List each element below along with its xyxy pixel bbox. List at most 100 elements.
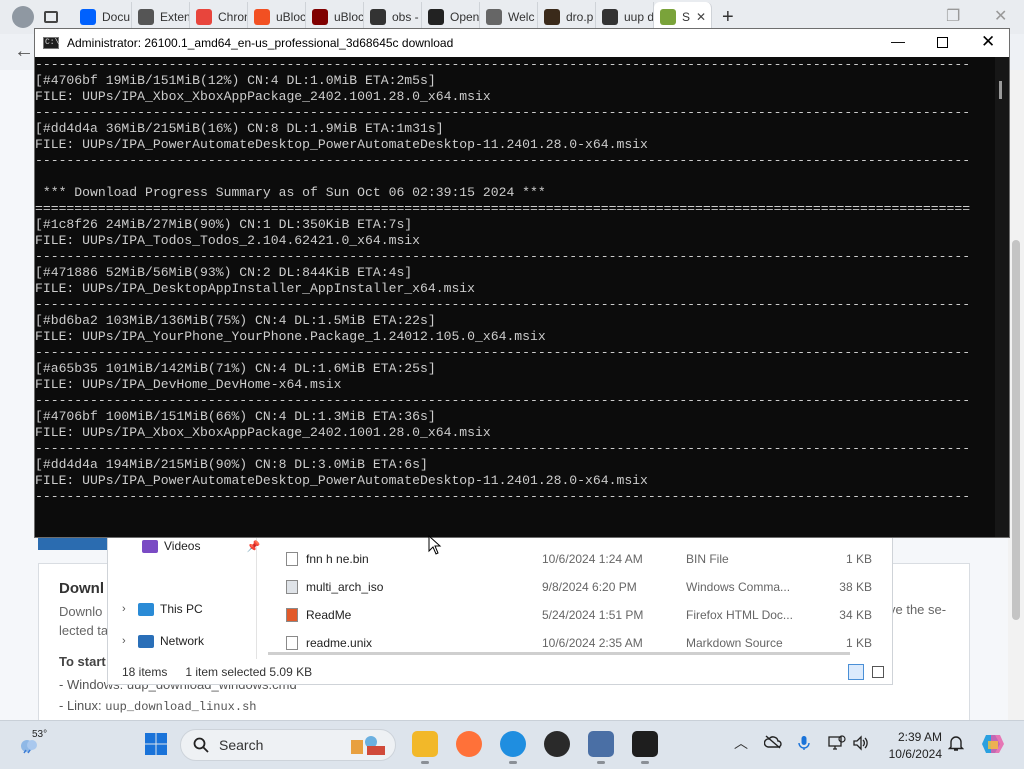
browser-tab-label: Welc bbox=[508, 10, 535, 24]
console-line: [#bd6ba2 103MiB/136MiB(75%) CN:4 DL:1.5M… bbox=[35, 313, 436, 328]
nav-item-network[interactable]: › Network bbox=[122, 634, 204, 648]
file-row[interactable]: ReadMe 5/24/2024 1:51 PM Firefox HTML Doc.… bbox=[286, 605, 872, 625]
details-view-button[interactable] bbox=[848, 664, 864, 680]
profile-avatar-icon[interactable] bbox=[12, 6, 34, 28]
console-line: ========================================… bbox=[35, 201, 971, 216]
show-hidden-icons-chevron-icon[interactable]: ︿ bbox=[734, 733, 748, 753]
console-title-bar[interactable]: C:\ Administrator: 26100.1_amd64_en-us_p… bbox=[35, 29, 1009, 57]
videos-folder-icon bbox=[142, 539, 158, 553]
back-arrow-icon[interactable]: ← bbox=[14, 40, 34, 63]
nav-item-this-pc[interactable]: › This PC bbox=[122, 602, 203, 616]
browser-tab-label: obs - bbox=[392, 10, 419, 24]
file-row[interactable]: multi_arch_iso 9/8/2024 6:20 PM Windows Co… bbox=[286, 577, 872, 597]
browser-tab-label: uBloc bbox=[334, 10, 364, 24]
browser-tab-label: Open bbox=[450, 10, 480, 24]
uup-icon bbox=[660, 9, 676, 25]
linux-prefix: - Linux: bbox=[59, 698, 106, 713]
console-line: FILE: UUPs/IPA_DesktopAppInstaller_AppIn… bbox=[35, 281, 476, 296]
search-icon bbox=[370, 9, 386, 25]
file-type: Firefox HTML Doc... bbox=[686, 608, 793, 622]
console-scrollbar-thumb[interactable] bbox=[999, 81, 1002, 99]
browser-tab-label: dro.p bbox=[566, 10, 594, 24]
nav-item-videos[interactable]: Videos 📌 bbox=[142, 539, 260, 553]
notification-bell-icon[interactable] bbox=[948, 734, 964, 752]
clock-time[interactable]: 2:39 AM bbox=[896, 730, 942, 744]
browser-tab-label: uBloc bbox=[276, 10, 306, 24]
console-scrollbar[interactable] bbox=[995, 57, 1009, 537]
firefox-taskbar-icon[interactable] bbox=[456, 731, 482, 757]
console-line: [#1c8f26 24MiB/27MiB(90%) CN:1 DL:350KiB… bbox=[35, 217, 413, 232]
console-line: ----------------------------------------… bbox=[35, 441, 971, 456]
console-title: Administrator: 26100.1_amd64_en-us_profe… bbox=[67, 36, 454, 50]
console-window: C:\ Administrator: 26100.1_amd64_en-us_p… bbox=[34, 28, 1010, 538]
puzzle-icon bbox=[138, 9, 154, 25]
close-button[interactable]: ✕ bbox=[981, 32, 995, 52]
file-row[interactable]: fnn h ne.bin 10/6/2024 1:24 AM BIN File 1 K… bbox=[286, 549, 872, 569]
nav-item-label: This PC bbox=[160, 602, 203, 616]
new-tab-button[interactable]: + bbox=[722, 6, 734, 29]
tab-close-icon[interactable]: ✕ bbox=[696, 10, 706, 24]
browser-restore-icon[interactable]: ❐ bbox=[946, 6, 960, 26]
obs-taskbar-icon[interactable] bbox=[544, 731, 570, 757]
github-icon bbox=[428, 9, 444, 25]
pin-icon[interactable]: 📌 bbox=[246, 540, 260, 553]
mouse-cursor-icon bbox=[428, 535, 442, 555]
volume-icon[interactable] bbox=[852, 735, 870, 756]
microphone-icon[interactable] bbox=[798, 735, 810, 756]
network-icon bbox=[138, 634, 154, 648]
copilot-icon[interactable] bbox=[980, 731, 1006, 757]
explorer-horizontal-scrollbar[interactable] bbox=[268, 652, 850, 655]
terminal-taskbar-icon[interactable] bbox=[632, 731, 658, 764]
tab-actions-icon[interactable] bbox=[44, 11, 58, 23]
image-icon bbox=[544, 9, 560, 25]
page-scrollbar[interactable] bbox=[1008, 70, 1024, 720]
microsoft-store-icon bbox=[254, 9, 270, 25]
file-date: 5/24/2024 1:51 PM bbox=[542, 608, 644, 622]
weather-temperature[interactable]: 53° bbox=[32, 729, 47, 740]
document-icon bbox=[486, 9, 502, 25]
this-pc-icon bbox=[138, 602, 154, 616]
browser-tab-label: uup d bbox=[624, 10, 654, 24]
file-icon bbox=[286, 608, 298, 622]
browser-tab-label: S bbox=[682, 10, 691, 24]
file-explorer-window: Videos 📌 › This PC › Network fnn h ne.bi… bbox=[107, 530, 893, 685]
file-type: BIN File bbox=[686, 552, 729, 566]
nav-item-label: Videos bbox=[164, 539, 201, 553]
item-count: 18 items bbox=[122, 665, 168, 679]
nav-item-label: Network bbox=[160, 634, 205, 648]
maximize-button[interactable] bbox=[937, 37, 948, 48]
file-size: 1 KB bbox=[845, 636, 872, 650]
tiles-view-button[interactable] bbox=[872, 666, 884, 678]
file-row[interactable]: readme.unix 10/6/2024 2:35 AM Markdown Sou… bbox=[286, 633, 872, 653]
browser-close-icon[interactable]: ✕ bbox=[994, 6, 1007, 26]
file-type: Markdown Source bbox=[686, 636, 783, 650]
file-icon bbox=[286, 552, 298, 566]
file-size: 1 KB bbox=[845, 552, 872, 566]
search-label: Search bbox=[219, 737, 264, 753]
console-output[interactable]: ----------------------------------------… bbox=[35, 57, 995, 537]
chevron-right-icon[interactable]: › bbox=[122, 603, 132, 615]
command-prompt-icon: C:\ bbox=[43, 37, 60, 49]
ublock-icon bbox=[312, 9, 328, 25]
file-size: 34 KB bbox=[839, 608, 872, 622]
browser-tab-label: Docu bbox=[102, 10, 131, 24]
console-line: FILE: UUPs/IPA_Xbox_XboxAppPackage_2402.… bbox=[35, 425, 491, 440]
start-windows-icon[interactable] bbox=[144, 732, 168, 756]
clock-date[interactable]: 10/6/2024 bbox=[886, 747, 942, 761]
file-name: fnn h ne.bin bbox=[306, 552, 369, 566]
chevron-right-icon[interactable]: › bbox=[122, 635, 132, 647]
minimize-button[interactable]: — bbox=[891, 33, 905, 49]
onedrive-icon[interactable] bbox=[763, 735, 782, 754]
file-date: 10/6/2024 2:35 AM bbox=[542, 636, 643, 650]
page-scrollbar-thumb[interactable] bbox=[1012, 240, 1020, 620]
computer-management-taskbar-icon[interactable] bbox=[588, 731, 614, 764]
console-line: [#dd4d4a 36MiB/215MiB(16%) CN:8 DL:1.9Mi… bbox=[35, 121, 444, 136]
edge-taskbar-icon[interactable] bbox=[500, 731, 526, 764]
console-line: [#4706bf 100MiB/151MiB(66%) CN:4 DL:1.3M… bbox=[35, 409, 436, 424]
file-explorer-taskbar-icon[interactable] bbox=[412, 731, 438, 764]
network-status-icon[interactable] bbox=[828, 735, 846, 756]
taskbar-search-box[interactable]: Search bbox=[180, 729, 396, 761]
console-line: ----------------------------------------… bbox=[35, 57, 971, 72]
search-icon bbox=[193, 737, 209, 753]
